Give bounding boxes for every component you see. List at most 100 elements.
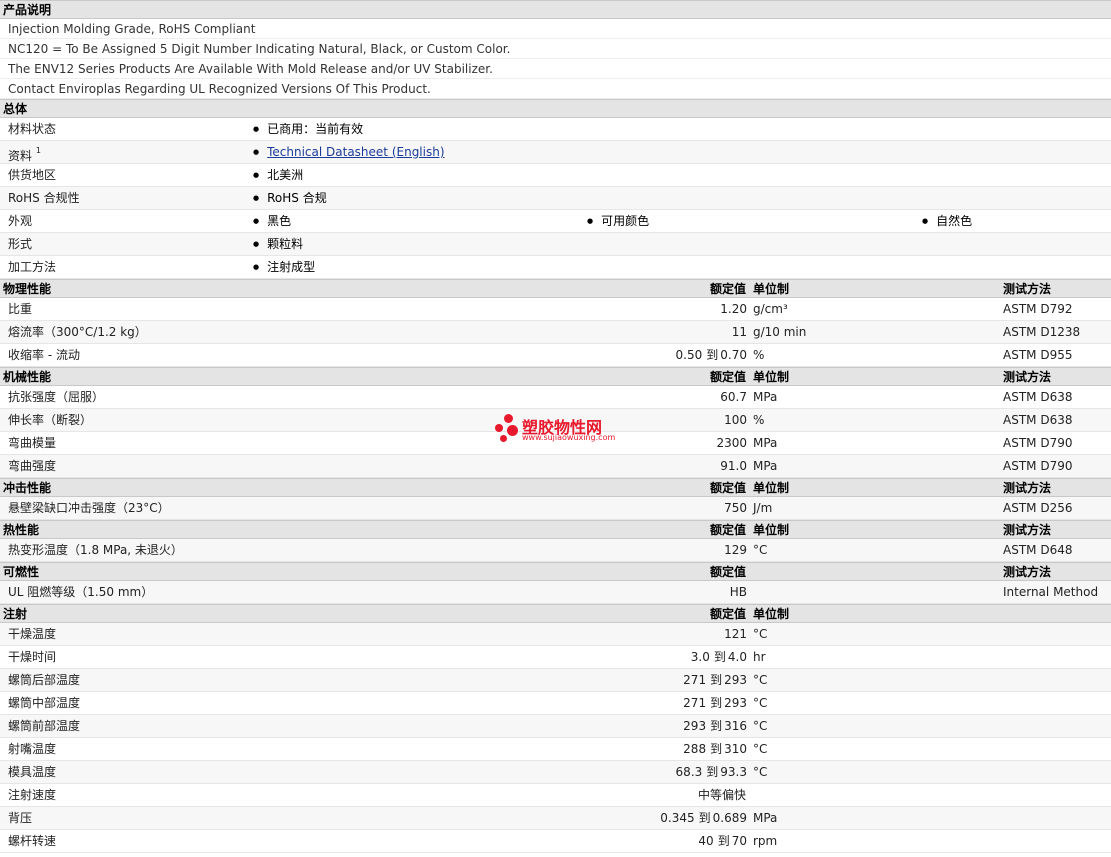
header-unit: 单位制: [753, 481, 790, 495]
header-unit: 单位制: [753, 607, 790, 621]
row-value: 颗粒料: [253, 233, 303, 258]
property-test-method: ASTM D256: [1003, 501, 1073, 515]
property-unit: MPa: [753, 436, 778, 450]
general-row-literature: 资料 1 Technical Datasheet (English): [0, 141, 1111, 164]
property-test-method: Internal Method: [1003, 585, 1099, 599]
property-row: 干燥温度 121 °C: [0, 623, 1111, 646]
row-label: 加工方法: [8, 260, 57, 274]
property-value: 中等偏快: [698, 788, 747, 802]
property-row: 螺筒中部温度 271 到 293 °C: [0, 692, 1111, 715]
property-label: 比重: [8, 302, 33, 316]
property-row: 螺筒前部温度 293 到 316 °C: [0, 715, 1111, 738]
property-row: 注射速度 中等偏快: [0, 784, 1111, 807]
row-value: RoHS 合规: [253, 187, 327, 212]
row-label: RoHS 合规性: [8, 191, 80, 205]
header-unit: 单位制: [753, 523, 790, 537]
general-row-rohs: RoHS 合规性 RoHS 合规: [0, 187, 1111, 210]
row-value: 注射成型: [253, 256, 315, 281]
property-unit: MPa: [753, 811, 778, 825]
range-max: 293: [724, 696, 747, 710]
range-to: 到: [710, 719, 723, 733]
property-value: 2300: [716, 436, 747, 450]
property-range: 271 到 293: [683, 692, 747, 715]
general-row-availability: 供货地区 北美洲: [0, 164, 1111, 187]
datasheet: 产品说明 Injection Molding Grade, RoHS Compl…: [0, 0, 1111, 853]
range-to: 到: [710, 696, 723, 710]
property-row: 抗张强度（屈服） 60.7 MPa ASTM D638: [0, 386, 1111, 409]
property-test-method: ASTM D638: [1003, 413, 1073, 427]
header-nominal: 额定值: [709, 565, 746, 579]
property-label: 收缩率 - 流动: [8, 348, 80, 362]
property-range: 40 到 70: [698, 830, 747, 853]
property-unit: °C: [753, 765, 768, 779]
range-max: 93.3: [720, 765, 747, 779]
property-unit: g/cm³: [753, 302, 788, 316]
property-unit: hr: [753, 650, 766, 664]
range-to: 到: [698, 811, 711, 825]
property-label: 抗张强度（屈服）: [8, 390, 105, 404]
range-to: 到: [713, 650, 726, 664]
range-min: 0.345: [660, 811, 695, 825]
header-unit: 单位制: [753, 282, 790, 296]
range-min: 271: [683, 696, 707, 710]
property-label: 伸长率（断裂）: [8, 413, 93, 427]
property-label: 熔流率（300°C/1.2 kg）: [8, 325, 147, 339]
row-value: 已商用：当前有效: [253, 118, 363, 143]
property-label: 干燥温度: [8, 627, 57, 641]
property-label: 干燥时间: [8, 650, 57, 664]
property-label: 弯曲强度: [8, 459, 57, 473]
property-unit: rpm: [753, 834, 778, 848]
row-value: 北美洲: [253, 164, 303, 189]
appearance-value: 自然色: [922, 210, 972, 235]
header-test-method: 测试方法: [1003, 282, 1052, 296]
property-row: 熔流率（300°C/1.2 kg） 11 g/10 min ASTM D1238: [0, 321, 1111, 344]
property-label: UL 阻燃等级（1.50 mm）: [8, 585, 154, 599]
property-test-method: ASTM D790: [1003, 436, 1073, 450]
range-to: 到: [710, 742, 723, 756]
description-line: The ENV12 Series Products Are Available …: [0, 59, 1111, 79]
property-range: 0.50 到 0.70: [676, 344, 747, 367]
section-header-thermal: 热性能 额定值 单位制 测试方法: [0, 520, 1111, 539]
row-label: 供货地区: [8, 168, 57, 182]
watermark-url: www.sujiaowuxing.com: [522, 433, 616, 442]
row-label-text: 资料: [8, 149, 33, 163]
property-unit: MPa: [753, 459, 778, 473]
property-value: 1.20: [720, 302, 747, 316]
property-label: 注射速度: [8, 788, 57, 802]
property-test-method: ASTM D790: [1003, 459, 1073, 473]
header-nominal: 额定值: [709, 370, 746, 384]
property-range: 288 到 310: [683, 738, 747, 761]
property-row: 螺杆转速 40 到 70 rpm: [0, 830, 1111, 853]
property-label: 射嘴温度: [8, 742, 57, 756]
property-label: 螺杆转速: [8, 834, 57, 848]
property-unit: J/m: [753, 501, 773, 515]
property-value: 11: [731, 325, 747, 339]
range-max: 293: [724, 673, 747, 687]
description-line: NC120 = To Be Assigned 5 Digit Number In…: [0, 39, 1111, 59]
property-value: 121: [724, 627, 747, 641]
general-row-material-status: 材料状态 已商用：当前有效: [0, 118, 1111, 141]
property-value: 91.0: [720, 459, 747, 473]
technical-datasheet-link[interactable]: Technical Datasheet (English): [267, 145, 444, 159]
range-max: 4.0: [727, 650, 747, 664]
appearance-value: 可用颜色: [587, 210, 649, 235]
section-title: 总体: [3, 102, 28, 116]
property-label: 弯曲模量: [8, 436, 57, 450]
property-unit: °C: [753, 543, 768, 557]
range-min: 293: [683, 719, 707, 733]
footnote-marker: 1: [35, 146, 41, 155]
property-unit: °C: [753, 696, 768, 710]
property-label: 模具温度: [8, 765, 57, 779]
appearance-value: 黑色: [253, 210, 291, 235]
range-to: 到: [706, 348, 719, 362]
property-test-method: ASTM D955: [1003, 348, 1073, 362]
range-min: 0.50: [675, 348, 703, 362]
range-max: 0.70: [720, 348, 747, 362]
property-range: 293 到 316: [683, 715, 747, 738]
section-title: 注射: [3, 607, 28, 621]
section-title: 冲击性能: [3, 481, 52, 495]
property-row: 射嘴温度 288 到 310 °C: [0, 738, 1111, 761]
section-header-injection: 注射 额定值 单位制: [0, 604, 1111, 623]
property-row: 比重 1.20 g/cm³ ASTM D792: [0, 298, 1111, 321]
section-header-physical: 物理性能 额定值 单位制 测试方法: [0, 279, 1111, 298]
